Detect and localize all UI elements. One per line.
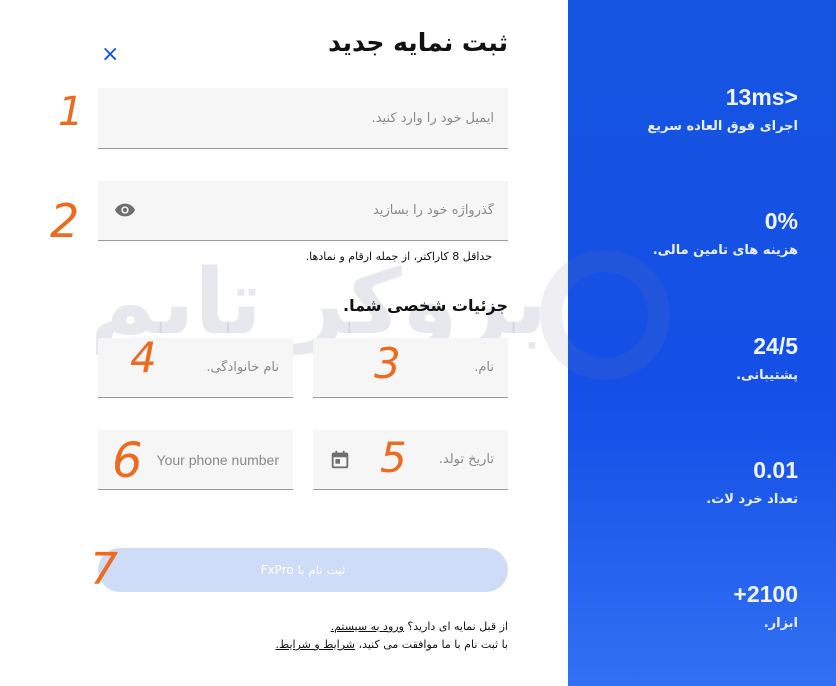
section-title: جزئیات شخصی شما. [342,296,508,315]
stat-value: 0.01 [753,457,798,483]
stats-panel: 13ms> اجرای فوق العاده سریع 0% هزینه های… [568,0,836,686]
footer-question: از قبل نمایه ای دارید؟ [407,620,508,633]
stat-item-4: 0.01 تعداد خرد لات. [706,457,798,507]
last-name-field[interactable] [98,338,293,398]
page-title: ثبت نمایه جدید [328,28,508,57]
email-field[interactable] [98,88,508,149]
stat-label: پشتیبانی. [736,368,798,383]
footer-text: از قبل نمایه ای دارید؟ ورود به سیستم. با… [276,618,508,654]
last-name-input[interactable] [98,338,293,397]
footer-line-1: از قبل نمایه ای دارید؟ ورود به سیستم. [276,618,508,636]
stat-item-5: +2100 ابزار. [733,581,798,631]
stat-value: +2100 [733,581,798,607]
stat-value: 0% [764,208,798,234]
email-input[interactable] [98,88,508,148]
password-field[interactable] [98,181,508,241]
stat-item-3: 24/5 پشتیبانی. [736,333,798,383]
login-link[interactable]: ورود به سیستم. [331,620,404,633]
footer-agreement: با ثبت نام با ما موافقت می کنید، [358,638,508,651]
password-input[interactable] [98,181,508,240]
stat-item-2: 0% هزینه های تامین مالی. [653,208,798,258]
stat-label: ابزار. [763,616,798,631]
eye-icon[interactable] [114,199,136,221]
terms-link[interactable]: شرایط و شرایط. [276,638,356,651]
phone-input[interactable] [98,430,293,489]
first-name-field[interactable] [313,338,508,398]
phone-field[interactable] [98,430,293,490]
footer-line-2: با ثبت نام با ما موافقت می کنید، شرایط و… [276,636,508,654]
stat-label: اجرای فوق العاده سریع [647,119,798,134]
close-icon[interactable]: × [101,44,121,66]
stat-item-1: 13ms> اجرای فوق العاده سریع [647,84,798,134]
left-strip [0,0,70,686]
stat-label: هزینه های تامین مالی. [652,243,798,258]
calendar-icon[interactable] [329,449,351,471]
password-hint: حداقل 8 کاراکتر، از جمله ارقام و نمادها. [305,250,492,263]
stat-value: 24/5 [753,333,798,359]
submit-button[interactable]: ثبت نام با FxPro [98,548,508,592]
stat-value: 13ms> [725,84,798,110]
stat-label: تعداد خرد لات. [706,492,798,507]
first-name-input[interactable] [313,338,508,397]
